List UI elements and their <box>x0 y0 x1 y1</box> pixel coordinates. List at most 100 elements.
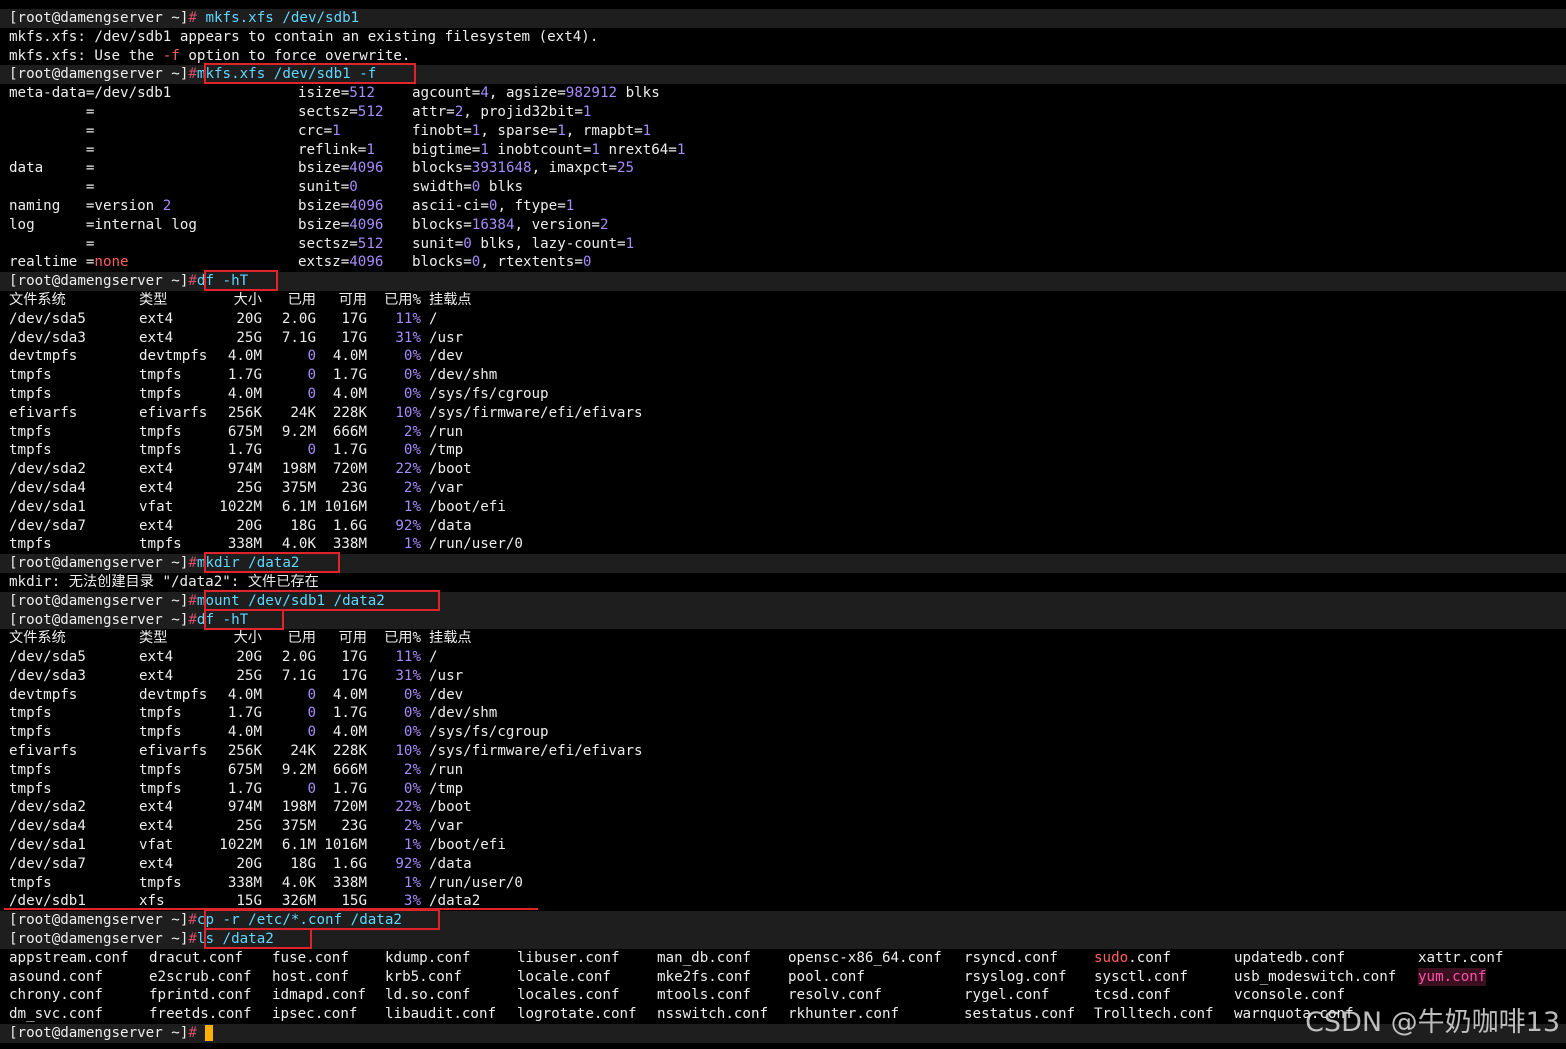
terminal-window[interactable]: [root@damengserver ~]# mkfs.xfs /dev/sdb… <box>0 0 1566 1049</box>
df-size: 25G <box>236 329 262 346</box>
md-col2: reflink=1 <box>298 141 375 160</box>
md-key: reflink= <box>298 141 367 158</box>
df-used: 7.1G <box>281 667 316 684</box>
output-line: 文件系统 类型 大小 已用 可用 已用% 挂载点 <box>0 629 1566 648</box>
df-avail: 1.7G <box>332 705 367 722</box>
df-mount: /tmp <box>429 780 464 797</box>
md-key: isize= <box>298 85 350 102</box>
md-value: 4096 <box>349 216 384 233</box>
df-filesystem: /dev/sda3 <box>9 329 86 346</box>
prompt-line: [root@damengserver ~]#df -hT <box>0 608 1566 630</box>
md-num: 0 <box>582 254 592 271</box>
df-header-size: 大小 <box>233 291 262 308</box>
df-row: efivarfs efivarfs 256K 24K 228K 10% /sys/firmw… <box>0 742 1566 761</box>
df-row: /dev/sda4 ext4 25G 375M 23G 2% /var <box>0 817 1566 836</box>
md-col2: bsize=4096 <box>298 216 383 235</box>
md-col1: data = <box>9 160 95 177</box>
df-filesystem: devtmpfs <box>9 686 78 703</box>
df-avail: 17G <box>341 310 367 327</box>
md-num: 0 <box>488 197 498 214</box>
df-mount: /run <box>429 761 464 778</box>
md-col1: = <box>9 122 95 139</box>
df-used: 0 <box>307 348 316 365</box>
df-type: ext4 <box>139 479 174 496</box>
md-value: 512 <box>357 235 384 252</box>
md-col1: log =internal log <box>9 216 197 233</box>
df-header-size: 大小 <box>233 630 262 647</box>
shell-prompt: [root@damengserver ~] <box>9 555 189 572</box>
ls-file: asound.conf <box>9 968 103 985</box>
ls-file: fuse.conf <box>272 949 349 966</box>
df-avail: 228K <box>332 743 367 760</box>
df-size: 20G <box>236 855 262 872</box>
df-size: 338M <box>227 874 262 891</box>
df-type: tmpfs <box>139 367 182 384</box>
df-header-pct: 已用% <box>384 630 421 647</box>
md-value: 4096 <box>349 160 384 177</box>
ls-file: ipsec.conf <box>272 1006 358 1023</box>
df-row: /dev/sda5 ext4 20G 2.0G 17G 11% / <box>0 310 1566 329</box>
df-row: /dev/sda5 ext4 20G 2.0G 17G 11% / <box>0 648 1566 667</box>
df-type: tmpfs <box>139 874 182 891</box>
terminal-cursor[interactable] <box>205 1025 214 1042</box>
df-type: tmpfs <box>139 705 182 722</box>
df-mount: /boot <box>429 799 472 816</box>
md-key: bsize= <box>298 216 350 233</box>
df-use-pct: 92% <box>395 855 421 872</box>
md-col2: crc=1 <box>298 122 341 141</box>
df-row: /dev/sda1 vfat 1022M 6.1M 1016M 1% /boot/efi <box>0 498 1566 517</box>
df-header-type: 类型 <box>139 291 168 308</box>
output-line: mkdir: 无法创建目录 "/data2": 文件已存在 <box>0 573 1566 592</box>
shell-prompt: [root@damengserver ~] <box>9 1025 189 1042</box>
md-col1: realtime =none <box>9 254 129 271</box>
df-type: tmpfs <box>139 724 182 741</box>
df-avail: 720M <box>332 799 367 816</box>
df-type: ext4 <box>139 461 174 478</box>
md-col3: agcount=4, agsize=982912 blks <box>412 85 660 102</box>
ls-file: chrony.conf <box>9 987 103 1004</box>
df-use-pct: 11% <box>395 649 421 666</box>
df-use-pct: 2% <box>403 479 421 496</box>
df-mount: /dev/shm <box>429 367 498 384</box>
md-num: 0 <box>463 235 472 252</box>
prompt-line: [root@damengserver ~]#mkfs.xfs /dev/sdb1… <box>0 63 1566 85</box>
df-type: tmpfs <box>139 761 182 778</box>
df-filesystem: tmpfs <box>9 536 52 553</box>
df-filesystem: tmpfs <box>9 442 52 459</box>
df-used: 6.1M <box>281 837 316 854</box>
df-size: 974M <box>227 461 262 478</box>
df-filesystem: /dev/sda7 <box>9 855 86 872</box>
df-filesystem: tmpfs <box>9 780 52 797</box>
md-value: 1 <box>366 141 375 158</box>
output-line: realtime =none extsz=4096 blocks=0, rtexte… <box>0 253 1566 272</box>
df-size: 256K <box>227 404 262 421</box>
df-type: ext4 <box>139 818 174 835</box>
df-size: 675M <box>227 761 262 778</box>
command-text: mkfs.xfs /dev/sdb1 <box>196 10 360 26</box>
prompt-line: [root@damengserver ~]#mkdir /data2 <box>0 552 1566 574</box>
df-used: 18G <box>290 517 316 534</box>
df-row: /dev/sda7 ext4 20G 18G 1.6G 92% /data <box>0 517 1566 536</box>
df-avail: 338M <box>332 536 367 553</box>
df-use-pct: 0% <box>403 385 421 402</box>
df-filesystem: tmpfs <box>9 385 52 402</box>
ls-file: e2scrub.conf <box>149 968 252 985</box>
shell-prompt: [root@damengserver ~] <box>9 10 189 26</box>
df-avail: 1.6G <box>332 517 367 534</box>
df-row: tmpfs tmpfs 1.7G 0 1.7G 0% /dev/shm <box>0 704 1566 723</box>
df-filesystem: tmpfs <box>9 761 52 778</box>
df-size: 974M <box>227 799 262 816</box>
df-used: 375M <box>281 479 316 496</box>
md-col2: bsize=4096 <box>298 197 383 216</box>
df-avail: 4.0M <box>332 724 367 741</box>
command-text: df -hT <box>196 273 249 290</box>
md-num: 0 <box>471 179 481 196</box>
df-mount: / <box>429 310 438 327</box>
df-use-pct: 11% <box>395 310 421 327</box>
df-avail: 1.7G <box>332 367 367 384</box>
md-col3: bigtime=1 inobtcount=1 nrext64=1 <box>412 141 686 158</box>
ls-file: yum.conf <box>1418 967 1487 987</box>
df-mount: /dev/shm <box>429 705 498 722</box>
md-col2: extsz=4096 <box>298 253 383 272</box>
df-used: 2.0G <box>281 649 316 666</box>
